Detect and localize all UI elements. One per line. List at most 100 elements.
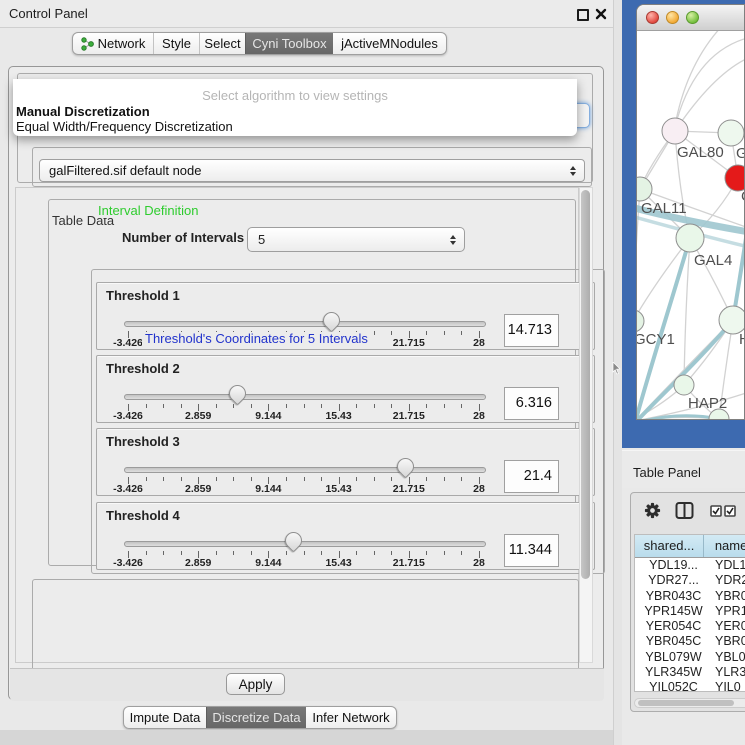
minor-tick	[461, 331, 462, 335]
minor-tick	[444, 331, 445, 335]
cell-shared-name[interactable]: YBR043C	[635, 589, 712, 604]
checkbox-icon[interactable]	[724, 505, 736, 517]
table-row[interactable]: YER054CYER0	[635, 619, 745, 634]
algorithm-dropdown-popup: Select algorithm to view settings Manual…	[13, 79, 577, 136]
cell-shared-name[interactable]: YIL052C	[635, 680, 712, 691]
table-row[interactable]: YDR27...YDR2	[635, 573, 745, 588]
close-icon[interactable]	[595, 8, 607, 20]
settings-scrollbar[interactable]	[579, 187, 593, 663]
tick-label: 28	[447, 410, 511, 422]
network-node-gal4[interactable]	[676, 224, 704, 252]
network-view-window[interactable]: GAL80GACGAL11GAL4GCY1HHAP2	[636, 4, 745, 420]
minor-tick	[391, 331, 392, 335]
threshold-value-field[interactable]: 11.344	[504, 534, 559, 567]
slider-track[interactable]	[124, 394, 486, 400]
cell-shared-name[interactable]: YLR345W	[635, 665, 712, 680]
scrollbar-thumb[interactable]	[638, 700, 734, 706]
cell-name[interactable]: YBR0	[712, 634, 745, 649]
minor-tick	[146, 404, 147, 408]
apply-button[interactable]: Apply	[226, 673, 285, 695]
slider-thumb[interactable]	[225, 381, 249, 405]
table-row[interactable]: YBR043CYBR0	[635, 589, 745, 604]
network-canvas[interactable]: GAL80GACGAL11GAL4GCY1HHAP2	[637, 31, 745, 420]
cell-shared-name[interactable]: YBR045C	[635, 634, 712, 649]
cell-shared-name[interactable]: YDL19...	[635, 558, 712, 573]
tab-infer-network[interactable]: Infer Network	[306, 707, 396, 728]
cell-name[interactable]: YDR2	[712, 573, 745, 588]
table-row[interactable]: YPR145WYPR1	[635, 604, 745, 619]
tab-cyni-toolbox[interactable]: Cyni Toolbox	[245, 33, 333, 54]
minor-tick	[216, 551, 217, 555]
slider-track[interactable]	[124, 541, 486, 547]
network-node-gal80[interactable]	[662, 118, 688, 144]
close-traffic-light-icon[interactable]	[646, 11, 659, 24]
slider-track[interactable]	[124, 321, 486, 327]
tick-label: 28	[447, 337, 511, 349]
minimize-traffic-light-icon[interactable]	[666, 11, 679, 24]
network-node-gal11[interactable]	[637, 177, 652, 201]
zoom-traffic-light-icon[interactable]	[686, 11, 699, 24]
node-label: GAL4	[694, 252, 732, 269]
network-node-gcy1[interactable]	[637, 310, 644, 332]
cell-name[interactable]: YBR0	[712, 589, 745, 604]
table-panel-title: Table Panel	[633, 465, 701, 480]
minor-tick	[356, 477, 357, 481]
cell-name[interactable]: YIL0	[712, 680, 741, 691]
split-columns-icon[interactable]	[675, 501, 694, 520]
tab-style[interactable]: Style	[153, 33, 199, 54]
table-row[interactable]: YDL19...YDL1	[635, 558, 745, 573]
network-node-ga[interactable]	[718, 120, 744, 146]
slider-thumb[interactable]	[281, 528, 305, 552]
cell-shared-name[interactable]: YBL079W	[635, 650, 712, 665]
table-row[interactable]: YIL052CYIL0	[635, 680, 745, 691]
network-window-titlebar[interactable]	[637, 5, 744, 31]
cell-shared-name[interactable]: YER054C	[635, 619, 712, 634]
slider-track[interactable]	[124, 467, 486, 473]
tab-jactivemnodules[interactable]: jActiveMNodules	[333, 33, 446, 54]
minor-tick	[216, 404, 217, 408]
minor-tick	[181, 404, 182, 408]
column-header-shared-name[interactable]: shared...	[635, 535, 704, 557]
threshold-label: Threshold 4	[106, 508, 180, 523]
cell-name[interactable]: YER0	[712, 619, 745, 634]
node-label: GCY1	[637, 331, 675, 348]
cell-name[interactable]: YPR1	[712, 604, 745, 619]
threshold-value-field[interactable]: 6.316	[504, 387, 559, 420]
minor-tick	[233, 404, 234, 408]
table-row[interactable]: YLR345WYLR3	[635, 665, 745, 680]
network-node-hap2[interactable]	[674, 375, 694, 395]
cell-shared-name[interactable]: YPR145W	[635, 604, 712, 619]
tab-discretize-data[interactable]: Discretize Data	[206, 707, 306, 728]
slider-thumb[interactable]	[319, 308, 343, 332]
slider-thumb[interactable]	[394, 454, 418, 478]
intervals-spinner[interactable]: 5	[247, 227, 465, 252]
cell-name[interactable]: YLR3	[712, 665, 745, 680]
table-data-combobox[interactable]: galFiltered.sif default node	[39, 159, 585, 182]
table-rows: YDL19...YDL1YDR27...YDR2YBR043CYBR0YPR14…	[635, 558, 745, 691]
gear-icon[interactable]	[643, 501, 662, 520]
network-node-h[interactable]	[719, 306, 745, 334]
minor-tick	[304, 551, 305, 555]
scrollbar-thumb[interactable]	[581, 190, 590, 579]
cell-name[interactable]: YDL1	[712, 558, 745, 573]
cell-shared-name[interactable]: YDR27...	[635, 573, 712, 588]
popup-option-equal-width-frequency-discretization[interactable]: Equal Width/Frequency Discretization	[16, 119, 574, 134]
table-row[interactable]: YBR045CYBR0	[635, 634, 745, 649]
settings-scroll-viewport: Interval Definition Number of Intervals …	[15, 187, 579, 663]
spinner-arrows-icon[interactable]	[450, 228, 456, 251]
combobox-arrows-icon	[570, 160, 576, 181]
tab-select[interactable]: Select	[199, 33, 245, 54]
tab-impute-data[interactable]: Impute Data	[124, 707, 206, 728]
threshold-panel-4: Threshold 4-3.4262.8599.14415.4321.71528…	[96, 502, 595, 570]
minor-tick	[181, 551, 182, 555]
table-horizontal-scrollbar[interactable]	[634, 698, 745, 708]
cell-name[interactable]: YBL0	[712, 650, 745, 665]
tab-network[interactable]: Network	[73, 33, 153, 54]
column-header-name[interactable]: name	[704, 535, 745, 557]
table-row[interactable]: YBL079WYBL0	[635, 650, 745, 665]
popup-option-manual-discretization[interactable]: Manual Discretization	[16, 104, 574, 119]
float-icon[interactable]	[577, 9, 589, 21]
threshold-value-field[interactable]: 14.713	[504, 314, 559, 347]
checkbox-icon[interactable]	[710, 505, 722, 517]
threshold-value-field[interactable]: 21.4	[504, 460, 559, 493]
